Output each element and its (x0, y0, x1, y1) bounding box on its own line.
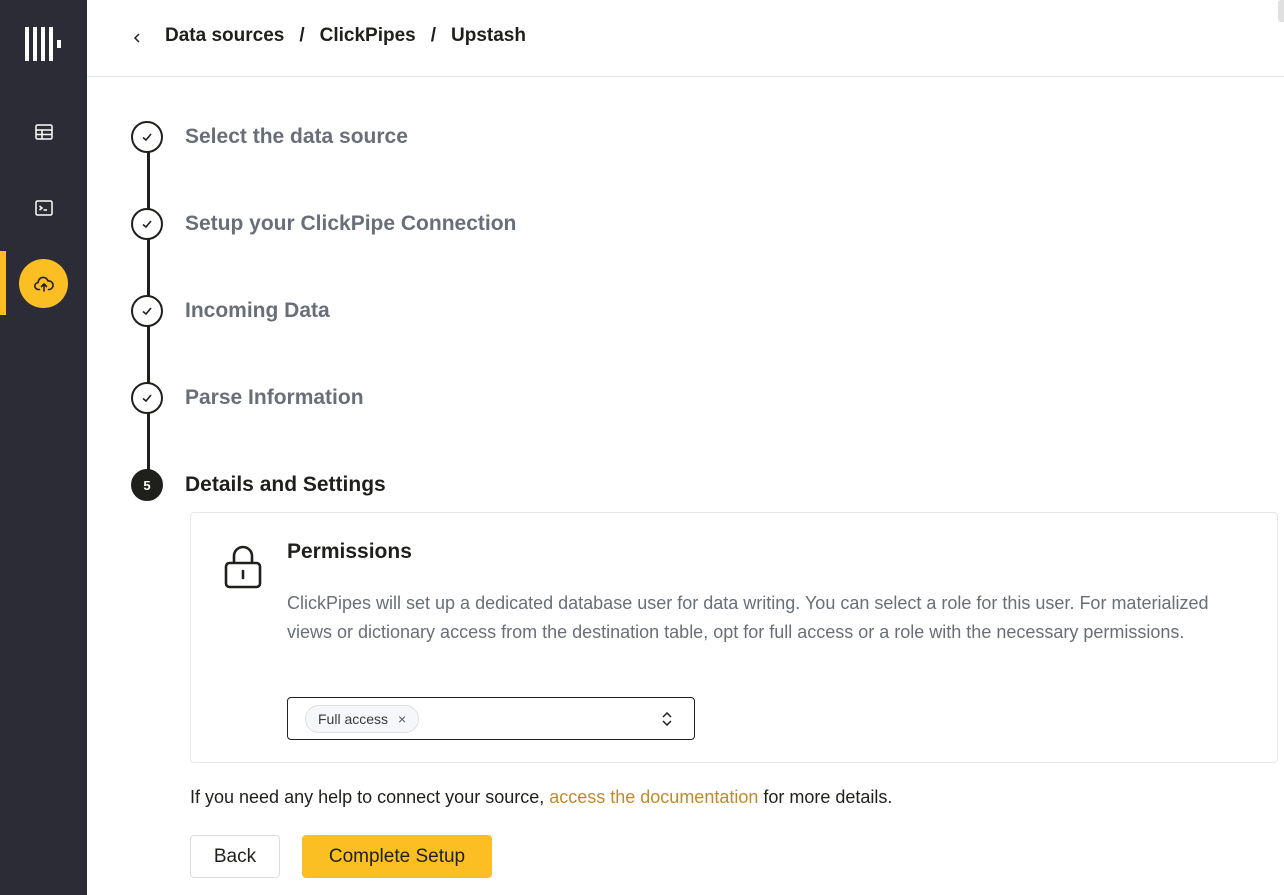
check-icon (142, 220, 152, 229)
terminal-icon (34, 199, 53, 216)
step-complete-indicator (131, 382, 163, 414)
select-arrows-icon (662, 711, 672, 727)
role-chip: Full access × (305, 705, 420, 733)
check-icon (142, 133, 152, 142)
step-complete-indicator (131, 121, 163, 153)
complete-setup-button[interactable]: Complete Setup (302, 835, 492, 878)
step-label: Incoming Data (185, 299, 330, 322)
step-complete-indicator (131, 295, 163, 327)
top-bar: Data sources / ClickPipes / Upstash (87, 0, 1284, 77)
step-details-settings: 5 Details and Settings (131, 469, 386, 501)
sidebar-item-data-sources[interactable] (19, 259, 68, 308)
remove-role-icon[interactable]: × (398, 711, 406, 727)
step-incoming-data: Incoming Data (131, 295, 330, 327)
scrollbar-thumb[interactable] (1278, 0, 1284, 22)
lock-icon (224, 545, 262, 589)
clickhouse-logo-icon[interactable] (25, 27, 63, 61)
breadcrumb-data-sources[interactable]: Data sources (165, 25, 284, 47)
step-setup-connection: Setup your ClickPipe Connection (131, 208, 516, 240)
breadcrumb-clickpipes[interactable]: ClickPipes (320, 25, 416, 47)
sidebar (0, 0, 87, 895)
permissions-card: Permissions ClickPipes will set up a ded… (190, 512, 1278, 763)
check-icon (142, 394, 152, 403)
sidebar-item-sql-console[interactable] (19, 183, 68, 232)
role-chip-label: Full access (318, 711, 389, 727)
step-select-data-source: Select the data source (131, 121, 408, 153)
breadcrumb-separator: / (430, 25, 437, 46)
back-button[interactable]: Back (190, 835, 280, 878)
back-chevron-button[interactable] (127, 26, 147, 50)
breadcrumb: Data sources / ClickPipes / Upstash (165, 25, 526, 47)
documentation-link[interactable]: access the documentation (549, 787, 758, 807)
table-icon (34, 123, 53, 140)
permissions-title: Permissions (287, 540, 412, 563)
step-parse-information: Parse Information (131, 382, 364, 414)
step-label: Setup your ClickPipe Connection (185, 212, 517, 235)
help-text: If you need any help to connect your sou… (190, 787, 892, 808)
active-indicator (0, 251, 6, 315)
check-icon (142, 307, 152, 316)
cloud-upload-icon (33, 276, 54, 292)
step-number-indicator: 5 (131, 469, 163, 501)
step-label: Parse Information (185, 386, 364, 409)
help-suffix: for more details. (758, 787, 893, 807)
permissions-description: ClickPipes will set up a dedicated datab… (287, 593, 1209, 642)
step-label: Details and Settings (185, 473, 386, 496)
help-prefix: If you need any help to connect your sou… (190, 787, 550, 807)
breadcrumb-upstash: Upstash (451, 25, 526, 46)
step-complete-indicator (131, 208, 163, 240)
chevron-left-icon (133, 33, 140, 43)
step-label: Select the data source (185, 125, 408, 148)
role-select[interactable]: Full access × (287, 697, 695, 740)
breadcrumb-separator: / (299, 25, 305, 46)
sidebar-item-tables[interactable] (19, 107, 68, 156)
